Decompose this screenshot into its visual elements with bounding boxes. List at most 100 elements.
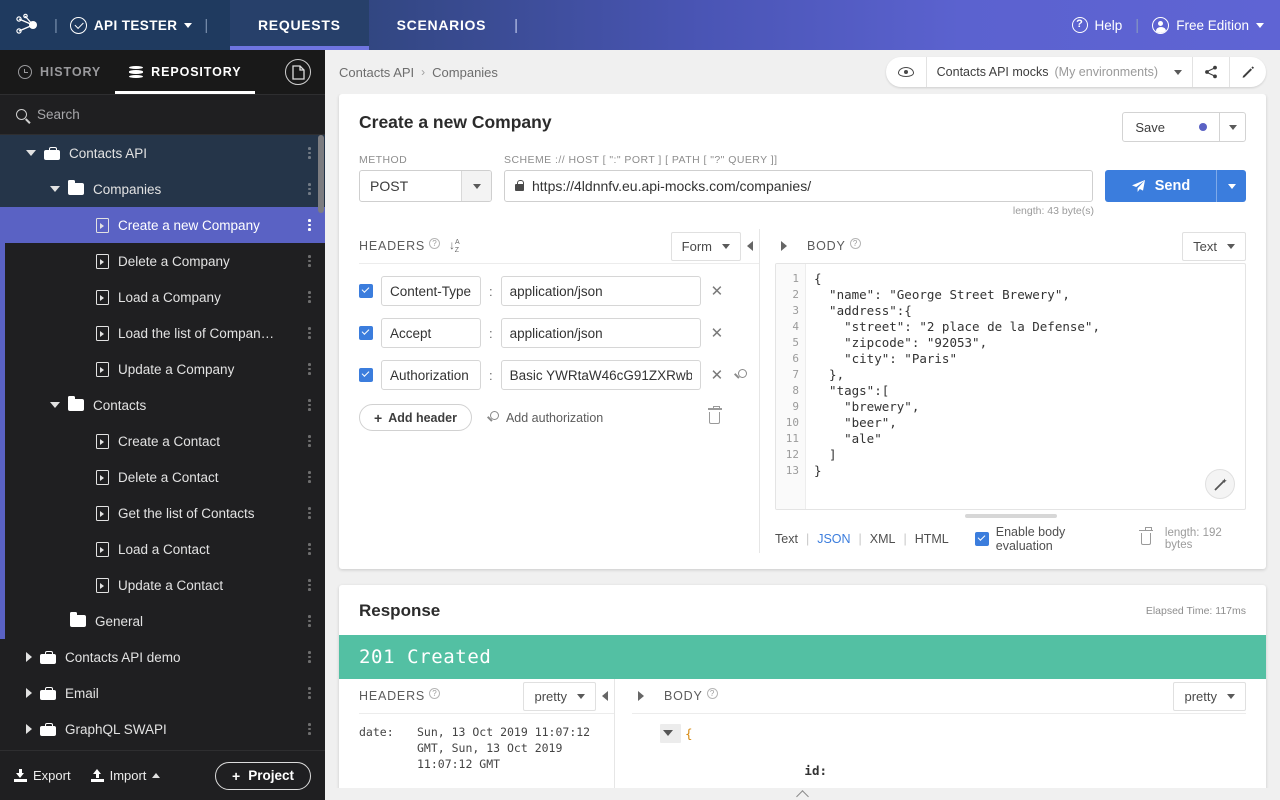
chevron-right-icon[interactable] xyxy=(26,724,32,734)
network-node-icon[interactable] xyxy=(16,12,42,38)
body-mode-select[interactable]: Text xyxy=(1182,231,1246,261)
body-evaluation-checkbox[interactable] xyxy=(974,532,989,546)
save-dropdown-button[interactable] xyxy=(1219,113,1245,141)
remove-header-icon[interactable]: ✕ xyxy=(709,282,726,300)
tree-item-menu-icon[interactable] xyxy=(308,183,311,195)
tree-item-menu-icon[interactable] xyxy=(308,147,311,159)
chevron-right-icon[interactable] xyxy=(26,688,32,698)
help-button[interactable]: ? Help xyxy=(1071,17,1122,33)
tree-item-project-contacts-api-demo[interactable]: Contacts API demo xyxy=(0,639,325,675)
breadcrumb-item-project[interactable]: Contacts API xyxy=(339,65,414,80)
header-value-input[interactable] xyxy=(500,360,701,390)
format-xml-button[interactable]: XML xyxy=(870,532,896,546)
url-input-wrapper[interactable] xyxy=(504,170,1093,202)
method-select[interactable]: POST xyxy=(359,170,492,202)
help-icon[interactable]: ? xyxy=(706,687,718,699)
tree-item-project-contacts-api[interactable]: Contacts API xyxy=(0,135,325,171)
body-editor[interactable]: 1 2 3 4 5 6 7 8 9 10 11 12 13 {"name": … xyxy=(775,263,1246,510)
header-value-input[interactable] xyxy=(500,318,701,348)
sidebar-search[interactable] xyxy=(0,95,325,135)
chevron-down-icon[interactable] xyxy=(50,402,60,408)
tree-item-folder-companies[interactable]: Companies xyxy=(0,171,325,207)
tree-item-menu-icon[interactable] xyxy=(308,471,311,483)
bottom-resize-handle[interactable] xyxy=(325,788,1280,800)
fold-toggle[interactable] xyxy=(660,724,681,743)
tree-item-menu-icon[interactable] xyxy=(308,543,311,555)
tree-item-menu-icon[interactable] xyxy=(308,363,311,375)
tree-item-menu-icon[interactable] xyxy=(308,579,311,591)
tree-item-request-load-a-company[interactable]: Load a Company xyxy=(0,279,325,315)
tree-item-request-get-the-list-of-contacts[interactable]: Get the list of Contacts xyxy=(0,495,325,531)
tree-item-menu-icon[interactable] xyxy=(308,255,311,267)
header-enabled-checkbox[interactable] xyxy=(359,326,373,340)
share-icon[interactable] xyxy=(1192,57,1229,87)
tree-item-menu-icon[interactable] xyxy=(308,327,311,339)
help-icon[interactable]: ? xyxy=(429,687,441,699)
tree-item-menu-icon[interactable] xyxy=(308,723,311,735)
add-authorization-button[interactable]: Add authorization xyxy=(486,411,603,425)
import-button[interactable]: Import xyxy=(90,768,161,783)
add-header-button[interactable]: + Add header xyxy=(359,404,472,431)
header-value-input[interactable] xyxy=(500,276,701,306)
sort-alpha-icon[interactable]: ↓AZ xyxy=(449,238,460,254)
headers-mode-select[interactable]: Form xyxy=(670,231,741,261)
tree-item-menu-icon[interactable] xyxy=(308,435,311,447)
tree-item-request-delete-a-company[interactable]: Delete a Company xyxy=(0,243,325,279)
pencil-icon[interactable] xyxy=(1229,57,1266,87)
send-dropdown-button[interactable] xyxy=(1216,170,1246,202)
tree-item-menu-icon[interactable] xyxy=(308,651,311,663)
tree-item-menu-icon[interactable] xyxy=(308,615,311,627)
tree-item-project-email[interactable]: Email xyxy=(0,675,325,711)
tree-item-request-update-a-contact[interactable]: Update a Contact xyxy=(0,567,325,603)
response-headers-mode-select[interactable]: pretty xyxy=(523,681,596,711)
header-enabled-checkbox[interactable] xyxy=(359,368,373,382)
tree-item-request-delete-a-contact[interactable]: Delete a Contact xyxy=(0,459,325,495)
chevron-down-icon[interactable] xyxy=(26,150,36,156)
tree-item-project-graphql-swapi[interactable]: GraphQL SWAPI xyxy=(0,711,325,747)
send-button[interactable]: Send xyxy=(1105,170,1216,202)
format-html-button[interactable]: HTML xyxy=(915,532,949,546)
tree-item-request-create-a-contact[interactable]: Create a Contact xyxy=(0,423,325,459)
export-button[interactable]: Export xyxy=(14,768,71,783)
tree-item-menu-icon[interactable] xyxy=(308,507,311,519)
header-enabled-checkbox[interactable] xyxy=(359,284,373,298)
tree-item-folder-general[interactable]: General xyxy=(0,603,325,639)
tree-item-request-load-the-list-of-companies[interactable]: Load the list of Compan… xyxy=(0,315,325,351)
add-project-button[interactable]: + Project xyxy=(215,761,311,790)
clear-body-icon[interactable] xyxy=(1139,527,1154,545)
magic-wand-icon[interactable] xyxy=(1205,469,1235,499)
send-button-group[interactable]: Send xyxy=(1105,170,1246,202)
tree-item-folder-contacts[interactable]: Contacts xyxy=(0,387,325,423)
url-input[interactable] xyxy=(532,178,1082,194)
environment-dropdown[interactable]: Contacts API mocks (My environments) xyxy=(925,57,1192,87)
header-key-input[interactable] xyxy=(381,360,481,390)
remove-header-icon[interactable]: ✕ xyxy=(709,366,726,384)
tree-item-menu-icon[interactable] xyxy=(308,291,311,303)
method-dropdown-arrow[interactable] xyxy=(461,171,491,201)
header-key-input[interactable] xyxy=(381,276,481,306)
panel-expand-right-button[interactable] xyxy=(775,241,793,251)
account-menu[interactable]: Free Edition xyxy=(1152,16,1264,34)
tree-item-menu-icon[interactable] xyxy=(308,219,311,231)
tree-item-request-create-a-new-company[interactable]: Create a new Company xyxy=(0,207,325,243)
tree-item-menu-icon[interactable] xyxy=(308,399,311,411)
editor-code-area[interactable]: { "name": "George Street Brewery", "addr… xyxy=(806,264,1245,509)
panel-collapse-left-button[interactable] xyxy=(741,241,759,251)
search-input[interactable] xyxy=(37,107,309,122)
editor-horizontal-scrollbar[interactable] xyxy=(964,514,1057,518)
format-text-button[interactable]: Text xyxy=(775,532,798,546)
sidebar-tab-repository[interactable]: REPOSITORY xyxy=(115,50,256,94)
tree-item-menu-icon[interactable] xyxy=(308,687,311,699)
breadcrumb-item-folder[interactable]: Companies xyxy=(432,65,498,80)
response-body-mode-select[interactable]: pretty xyxy=(1173,681,1246,711)
eye-icon[interactable] xyxy=(886,57,926,87)
help-icon[interactable]: ? xyxy=(429,237,441,249)
response-panel-collapse-left-button[interactable] xyxy=(596,691,614,701)
authorization-key-icon[interactable] xyxy=(733,368,747,382)
tab-requests[interactable]: REQUESTS xyxy=(230,0,369,50)
tab-scenarios[interactable]: SCENARIOS xyxy=(369,0,515,50)
sidebar-scrollbar[interactable] xyxy=(318,135,324,213)
product-menu[interactable]: API TESTER xyxy=(69,16,193,34)
tree-item-request-update-a-company[interactable]: Update a Company xyxy=(0,351,325,387)
remove-header-icon[interactable]: ✕ xyxy=(709,324,726,342)
